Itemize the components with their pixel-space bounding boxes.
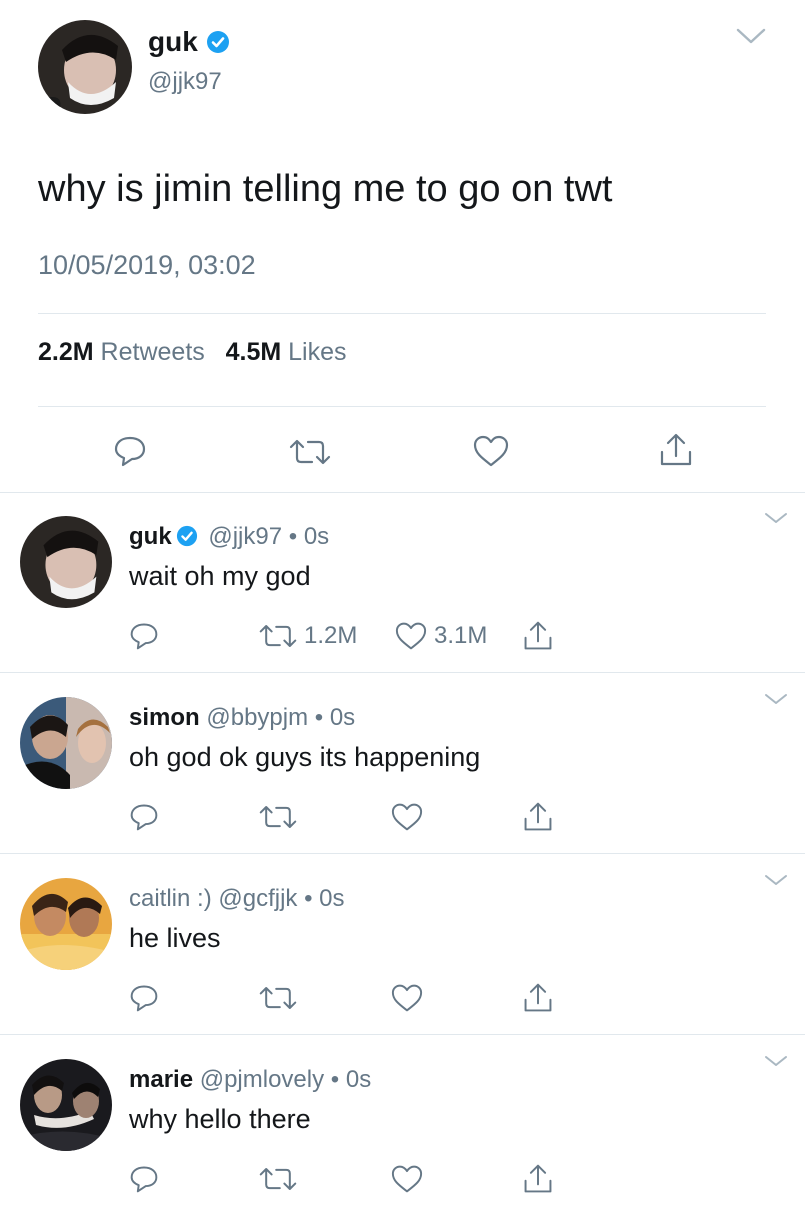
share-button[interactable] — [522, 621, 554, 651]
avatar[interactable] — [20, 697, 112, 789]
verified-badge-icon — [206, 30, 230, 54]
reply-text: he lives — [129, 923, 221, 953]
share-button[interactable] — [522, 983, 554, 1013]
reply-author-handle[interactable]: @jjk97 — [208, 523, 282, 550]
reply-header: simon @bbypjm • 0s — [129, 704, 355, 732]
reply-time: • 0s — [314, 704, 356, 731]
share-icon — [524, 1164, 552, 1193]
like-button[interactable] — [390, 802, 424, 832]
reply-author-name[interactable]: marie — [129, 1066, 193, 1093]
reply-tweet[interactable]: caitlin :) @gcfjjk • 0s he lives — [0, 855, 805, 1035]
chevron-down-icon[interactable] — [735, 26, 767, 46]
like-button[interactable] — [390, 983, 424, 1013]
retweet-button[interactable] — [258, 983, 298, 1013]
reply-time: • 0s — [288, 523, 330, 550]
retweets-count[interactable]: 2.2M — [38, 338, 94, 366]
like-count: 3.1M — [434, 622, 488, 649]
reply-time: • 0s — [330, 1066, 372, 1093]
likes-label[interactable]: Likes — [288, 338, 346, 366]
reply-button[interactable] — [128, 983, 160, 1013]
reply-tweet[interactable]: guk @jjk97 • 0s wait oh my god 1.2M 3.1M — [0, 493, 805, 673]
reply-text: oh god ok guys its happening — [129, 742, 481, 772]
reply-text: why hello there — [129, 1104, 311, 1134]
share-icon — [524, 621, 552, 650]
like-icon — [395, 622, 427, 650]
divider — [0, 672, 805, 673]
reply-header: marie @pjmlovely • 0s — [129, 1066, 371, 1094]
reply-author-handle[interactable]: @gcfjjk — [218, 885, 297, 912]
share-button[interactable] — [658, 432, 694, 468]
chevron-down-icon[interactable] — [764, 873, 788, 887]
retweet-icon — [259, 1168, 297, 1190]
reply-text: wait oh my god — [129, 561, 311, 591]
author-name[interactable]: guk — [148, 26, 198, 58]
share-icon — [524, 802, 552, 831]
like-icon — [473, 435, 509, 467]
verified-badge-icon — [176, 525, 198, 547]
chevron-down-icon[interactable] — [764, 1054, 788, 1068]
retweet-button[interactable] — [258, 1164, 298, 1194]
reply-tweet[interactable]: simon @bbypjm • 0s oh god ok guys its ha… — [0, 674, 805, 854]
like-icon — [391, 984, 423, 1012]
author-handle[interactable]: @jjk97 — [148, 68, 222, 96]
reply-author-name[interactable]: guk — [129, 523, 172, 550]
reply-author-handle[interactable]: @bbypjm — [206, 704, 308, 731]
tweet-stats: 2.2M Retweets 4.5M Likes — [38, 338, 347, 367]
reply-author-name[interactable]: caitlin :) — [129, 885, 212, 912]
author-avatar[interactable] — [38, 20, 132, 114]
divider — [38, 313, 766, 314]
reply-header: guk @jjk97 • 0s — [129, 523, 329, 551]
chevron-down-icon[interactable] — [764, 511, 788, 525]
retweet-icon — [259, 625, 297, 647]
reply-icon — [130, 804, 158, 831]
divider — [38, 406, 766, 407]
reply-icon — [114, 436, 146, 467]
avatar[interactable] — [20, 516, 112, 608]
like-icon — [391, 803, 423, 831]
divider — [0, 853, 805, 854]
share-icon — [660, 433, 692, 466]
like-button[interactable] — [390, 1164, 424, 1194]
reply-button[interactable] — [128, 802, 160, 832]
share-button[interactable] — [522, 802, 554, 832]
avatar[interactable] — [20, 1059, 112, 1151]
like-button[interactable]: 3.1M — [394, 621, 487, 651]
reply-icon — [130, 623, 158, 650]
retweet-button[interactable]: 1.2M — [258, 621, 357, 651]
retweet-count: 1.2M — [304, 622, 358, 649]
reply-icon — [130, 985, 158, 1012]
share-icon — [524, 983, 552, 1012]
likes-count[interactable]: 4.5M — [226, 338, 282, 366]
tweet-text: why is jimin telling me to go on twt — [38, 168, 613, 210]
reply-time: • 0s — [304, 885, 345, 912]
retweet-icon — [289, 439, 331, 465]
like-icon — [391, 1165, 423, 1193]
reply-tweet[interactable]: marie @pjmlovely • 0s why hello there — [0, 1036, 805, 1216]
chevron-down-icon[interactable] — [764, 692, 788, 706]
retweet-button[interactable] — [288, 438, 332, 466]
reply-icon — [130, 1166, 158, 1193]
like-button[interactable] — [472, 434, 510, 468]
reply-button[interactable] — [128, 1164, 160, 1194]
reply-button[interactable] — [128, 621, 160, 651]
retweet-icon — [259, 987, 297, 1009]
reply-header: caitlin :) @gcfjjk • 0s — [129, 885, 345, 913]
retweets-label[interactable]: Retweets — [101, 338, 205, 366]
retweet-icon — [259, 806, 297, 828]
tweet-timestamp: 10/05/2019, 03:02 — [38, 250, 256, 280]
avatar[interactable] — [20, 878, 112, 970]
retweet-button[interactable] — [258, 802, 298, 832]
reply-author-handle[interactable]: @pjmlovely — [200, 1066, 324, 1093]
divider — [0, 1034, 805, 1035]
share-button[interactable] — [522, 1164, 554, 1194]
reply-author-name[interactable]: simon — [129, 704, 200, 731]
reply-button[interactable] — [112, 434, 148, 468]
